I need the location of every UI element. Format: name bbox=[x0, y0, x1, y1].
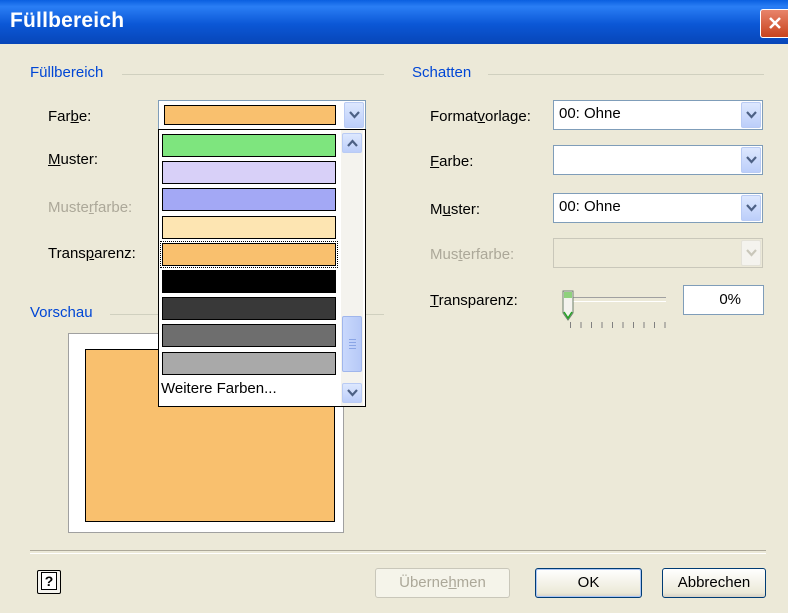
color-option[interactable] bbox=[160, 240, 338, 268]
shadow-pattern-color-combo bbox=[553, 238, 763, 268]
shadow-style-dropdown-button[interactable] bbox=[741, 102, 761, 128]
shadow-pattern-color-dropdown-button bbox=[741, 240, 761, 266]
color-option[interactable] bbox=[162, 215, 336, 239]
bottom-separator bbox=[30, 550, 766, 554]
transparency-value-field[interactable]: 0% bbox=[683, 285, 764, 315]
chevron-down-icon bbox=[746, 156, 757, 164]
fill-color-combo[interactable] bbox=[158, 100, 366, 130]
title-bar: Füllbereich bbox=[0, 0, 788, 44]
scroll-thumb[interactable] bbox=[342, 316, 362, 372]
color-option[interactable] bbox=[162, 351, 336, 375]
dialog-title: Füllbereich bbox=[10, 9, 125, 32]
chevron-down-icon bbox=[746, 111, 757, 119]
fill-pattern-color-label: Musterfarbe: bbox=[48, 199, 133, 216]
shadow-transparency-label: Transparenz: bbox=[430, 292, 518, 309]
fill-group-divider bbox=[122, 74, 384, 75]
shadow-pattern-combo[interactable]: 00: Ohne bbox=[553, 193, 763, 223]
chevron-down-icon bbox=[349, 111, 360, 119]
help-icon: ? bbox=[41, 572, 57, 590]
transparency-value: 0% bbox=[719, 291, 741, 308]
shadow-color-combo[interactable] bbox=[553, 145, 763, 175]
shadow-pattern-label: Muster: bbox=[430, 201, 481, 218]
cancel-button[interactable]: Abbrechen bbox=[662, 568, 766, 598]
shadow-pattern-dropdown-button[interactable] bbox=[741, 195, 761, 221]
fill-group-title: Füllbereich bbox=[30, 64, 104, 81]
chevron-down-icon bbox=[746, 204, 757, 212]
shadow-style-combo[interactable]: 00: Ohne bbox=[553, 100, 763, 130]
preview-group-divider bbox=[110, 314, 158, 315]
close-button[interactable] bbox=[760, 9, 788, 38]
help-button[interactable]: ? bbox=[37, 570, 61, 594]
apply-button[interactable]: Übernehmen bbox=[375, 568, 510, 598]
shadow-group-divider bbox=[488, 74, 764, 75]
shadow-style-label: Formatvorlage: bbox=[430, 108, 531, 125]
transparency-slider-track[interactable] bbox=[566, 297, 666, 302]
color-option[interactable] bbox=[162, 297, 336, 321]
transparency-slider-thumb[interactable] bbox=[562, 290, 574, 326]
fill-pattern-label: Muster: bbox=[48, 151, 99, 168]
color-option[interactable] bbox=[162, 161, 336, 185]
color-option[interactable] bbox=[162, 134, 336, 157]
more-colors-option[interactable]: Weitere Farben... bbox=[161, 380, 277, 397]
fill-transparency-label: Transparenz: bbox=[48, 245, 136, 262]
close-icon bbox=[769, 17, 781, 29]
color-option[interactable] bbox=[162, 188, 336, 212]
transparency-slider-ticks bbox=[570, 322, 666, 328]
shadow-color-dropdown-button[interactable] bbox=[741, 147, 761, 173]
chevron-down-icon bbox=[746, 249, 757, 257]
shadow-color-label: Farbe: bbox=[430, 153, 474, 170]
fill-color-swatch bbox=[164, 105, 336, 125]
preview-group-divider-right bbox=[366, 314, 384, 315]
color-dropdown-list[interactable]: Weitere Farben... bbox=[158, 129, 366, 407]
chevron-down-icon bbox=[347, 389, 358, 397]
shadow-group-title: Schatten bbox=[412, 64, 472, 81]
shadow-style-value: 00: Ohne bbox=[559, 105, 621, 122]
dropdown-scrollbar[interactable] bbox=[341, 130, 363, 406]
chevron-up-icon bbox=[347, 139, 358, 147]
color-option[interactable] bbox=[162, 324, 336, 348]
ok-button[interactable]: OK bbox=[535, 568, 642, 598]
scroll-up-button[interactable] bbox=[342, 133, 362, 153]
preview-group-title: Vorschau bbox=[30, 304, 93, 321]
shadow-pattern-color-label: Musterfarbe: bbox=[430, 246, 515, 263]
fill-color-dropdown-button[interactable] bbox=[344, 102, 364, 128]
color-option[interactable] bbox=[162, 270, 336, 293]
fill-dialog: Füllbereich Füllbereich Farbe: Muster: M… bbox=[0, 0, 788, 613]
scroll-down-button[interactable] bbox=[342, 383, 362, 403]
shadow-pattern-value: 00: Ohne bbox=[559, 198, 621, 215]
fill-color-label: Farbe: bbox=[48, 108, 92, 125]
